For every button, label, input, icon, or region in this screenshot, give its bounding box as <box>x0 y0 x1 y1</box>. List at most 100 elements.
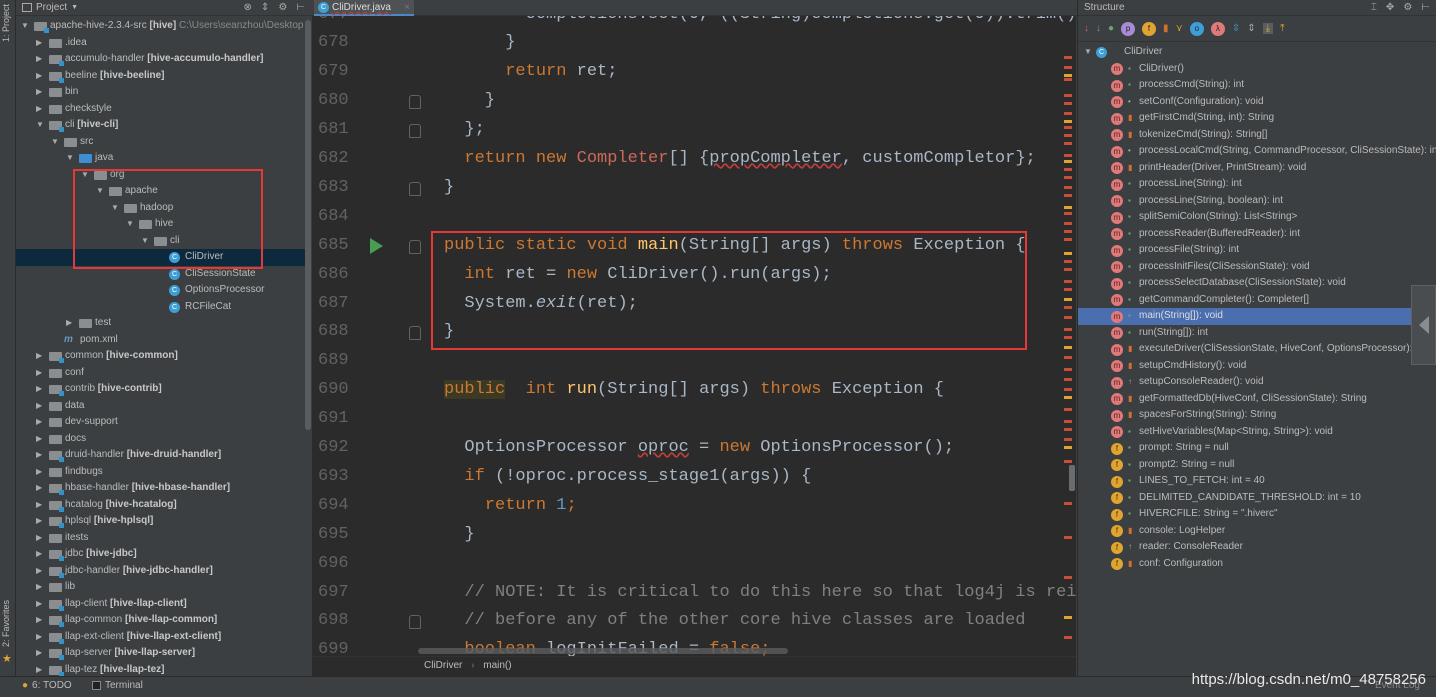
run-icon[interactable] <box>370 237 383 254</box>
error-stripe-mark[interactable] <box>1064 536 1072 539</box>
error-stripe-mark[interactable] <box>1064 78 1072 81</box>
collapsed-arrow-icon[interactable]: ▶ <box>36 596 42 613</box>
tree-item[interactable]: ▼ java <box>16 150 311 167</box>
fold-marker-icon[interactable] <box>409 95 421 110</box>
error-stripe-mark[interactable] <box>1064 238 1072 241</box>
fold-marker-icon[interactable] <box>409 326 421 341</box>
structure-item[interactable]: m ▮ getFirstCmd(String, int): String <box>1078 110 1436 127</box>
error-stripe-mark[interactable] <box>1064 502 1072 505</box>
tree-item[interactable]: ▶ bin <box>16 84 311 101</box>
breadcrumb-method[interactable]: main() <box>483 660 511 671</box>
collapsed-arrow-icon[interactable]: ▶ <box>36 447 42 464</box>
move-icon[interactable]: ✥ <box>1386 2 1394 13</box>
show-fields-icon[interactable]: f <box>1142 21 1157 36</box>
collapsed-arrow-icon[interactable]: ▶ <box>36 645 42 662</box>
show-non-public-icon[interactable]: ▮ <box>1163 23 1169 34</box>
error-stripe-mark[interactable] <box>1064 120 1072 123</box>
close-icon[interactable]: × <box>404 0 410 15</box>
error-stripe-mark[interactable] <box>1064 194 1072 197</box>
tree-item[interactable]: C OptionsProcessor <box>16 282 311 299</box>
collapsed-arrow-icon[interactable]: ▶ <box>36 348 42 365</box>
error-stripe-mark[interactable] <box>1064 446 1072 449</box>
tree-item[interactable]: ▼ apache-hive-2.3.4-src [hive] C:\Users\s… <box>16 18 311 35</box>
anonymous-classes-icon[interactable]: o <box>1189 21 1204 36</box>
tree-item[interactable]: ▼ src <box>16 134 311 151</box>
error-stripe-mark[interactable] <box>1064 102 1072 105</box>
tree-item[interactable]: ▶ lib <box>16 579 311 596</box>
error-stripe-mark[interactable] <box>1064 212 1072 215</box>
show-inherited-icon[interactable]: ● <box>1108 23 1114 34</box>
tree-item[interactable]: ▶ hcatalog [hive-hcatalog] <box>16 497 311 514</box>
tree-item[interactable]: ▶ llap-ext-client [hive-llap-ext-client] <box>16 629 311 646</box>
expanded-arrow-icon[interactable]: ▼ <box>51 134 59 151</box>
structure-item[interactable]: m ▪ CliDriver() <box>1078 61 1436 78</box>
hide-icon[interactable]: ⊢ <box>296 2 305 13</box>
structure-item[interactable]: m ▮ executeDriver(CliSessionState, HiveCon… <box>1078 341 1436 358</box>
structure-item[interactable]: m ▮ spacesForString(String): String <box>1078 407 1436 424</box>
structure-item[interactable]: f ▪ prompt2: String = null <box>1078 457 1436 474</box>
chevron-down-icon[interactable]: ▼ <box>71 4 78 11</box>
tree-item[interactable]: ▶ llap-server [hive-llap-server] <box>16 645 311 662</box>
error-stripe-mark[interactable] <box>1064 222 1072 225</box>
error-stripe-mark[interactable] <box>1064 408 1072 411</box>
error-stripe-mark[interactable] <box>1064 636 1072 639</box>
target-icon[interactable]: ⊗ <box>244 2 252 13</box>
collapsed-arrow-icon[interactable]: ▶ <box>36 612 42 629</box>
structure-item[interactable]: f ↑ reader: ConsoleReader <box>1078 539 1436 556</box>
expanded-arrow-icon[interactable]: ▼ <box>36 117 44 134</box>
tree-item[interactable]: ▶ test <box>16 315 311 332</box>
tree-item[interactable]: ▶ accumulo-handler [hive-accumulo-handler… <box>16 51 311 68</box>
error-stripe-mark[interactable] <box>1064 576 1072 579</box>
error-stripe-mark[interactable] <box>1064 142 1072 145</box>
structure-item[interactable]: m ▪ processLine(String, boolean): int <box>1078 193 1436 210</box>
collapsed-arrow-icon[interactable]: ▶ <box>36 35 42 52</box>
project-tool-button[interactable]: 1: Project <box>1 4 11 42</box>
structure-item[interactable]: f ▪ DELIMITED_CANDIDATE_THRESHOLD: int = 1… <box>1078 490 1436 507</box>
structure-item[interactable]: m ▮ setupCmdHistory(): void <box>1078 358 1436 375</box>
tree-item[interactable]: m pom.xml <box>16 332 311 349</box>
structure-item[interactable]: m ▪ processInitFiles(CliSessionState): voi… <box>1078 259 1436 276</box>
error-stripe-mark[interactable] <box>1064 336 1072 339</box>
autoscroll-from-source-icon[interactable]: ⤒ <box>1280 23 1284 34</box>
structure-item[interactable]: m • setConf(Configuration): void <box>1078 94 1436 111</box>
structure-item[interactable]: m ▮ printHeader(Driver, PrintStream): void <box>1078 160 1436 177</box>
tree-item[interactable]: ▶ dev-support <box>16 414 311 431</box>
tree-item[interactable]: ▶ itests <box>16 530 311 547</box>
error-stripe-mark[interactable] <box>1064 280 1072 283</box>
error-stripe-mark[interactable] <box>1064 460 1072 463</box>
collapsed-arrow-icon[interactable]: ▶ <box>36 513 42 530</box>
tree-item[interactable]: ▶ conf <box>16 365 311 382</box>
collapsed-arrow-icon[interactable]: ▶ <box>36 51 42 68</box>
structure-item[interactable]: m ▮ getFormattedDb(HiveConf, CliSessionSta… <box>1078 391 1436 408</box>
collapsed-arrow-icon[interactable]: ▶ <box>36 84 42 101</box>
error-stripe-mark[interactable] <box>1064 112 1072 115</box>
collapsed-arrow-icon[interactable]: ▶ <box>66 315 72 332</box>
collapse-all-icon[interactable]: ⇕ <box>1247 23 1255 34</box>
sort-alpha-icon[interactable]: ↓ <box>1096 23 1101 34</box>
tree-item[interactable]: ▶ data <box>16 398 311 415</box>
error-stripe-mark[interactable] <box>1064 356 1072 359</box>
error-stripe-mark[interactable] <box>1064 316 1072 319</box>
horizontal-scrollbar[interactable] <box>418 648 788 654</box>
error-stripe-mark[interactable] <box>1064 288 1072 291</box>
tree-item[interactable]: ▶ beeline [hive-beeline] <box>16 68 311 85</box>
todo-button[interactable]: ● 6: TODO <box>22 680 72 691</box>
hide-icon[interactable]: ⊢ <box>1421 2 1430 13</box>
structure-item[interactable]: f ▪ HIVERCFILE: String = ".hiverc" <box>1078 506 1436 523</box>
collapsed-arrow-icon[interactable]: ▶ <box>36 497 42 514</box>
show-properties-icon[interactable]: p <box>1121 21 1136 36</box>
collapsed-arrow-icon[interactable]: ▶ <box>36 381 42 398</box>
error-stripe-mark[interactable] <box>1064 206 1072 209</box>
tree-item[interactable]: ▶ findbugs <box>16 464 311 481</box>
tree-item[interactable]: ▼ cli [hive-cli] <box>16 117 311 134</box>
side-panel-handle[interactable] <box>1411 285 1436 365</box>
error-stripe-mark[interactable] <box>1064 268 1072 271</box>
structure-item[interactable]: m ▪ splitSemiColon(String): List<String> <box>1078 209 1436 226</box>
collapsed-arrow-icon[interactable]: ▶ <box>36 464 42 481</box>
error-stripe-mark[interactable] <box>1064 94 1072 97</box>
structure-item[interactable]: m ▮ tokenizeCmd(String): String[] <box>1078 127 1436 144</box>
structure-item[interactable]: m ▪ processFile(String): int <box>1078 242 1436 259</box>
fold-marker-icon[interactable] <box>409 181 421 196</box>
gear-icon[interactable]: ⚙ <box>278 2 287 13</box>
error-stripe-mark[interactable] <box>1064 260 1072 263</box>
